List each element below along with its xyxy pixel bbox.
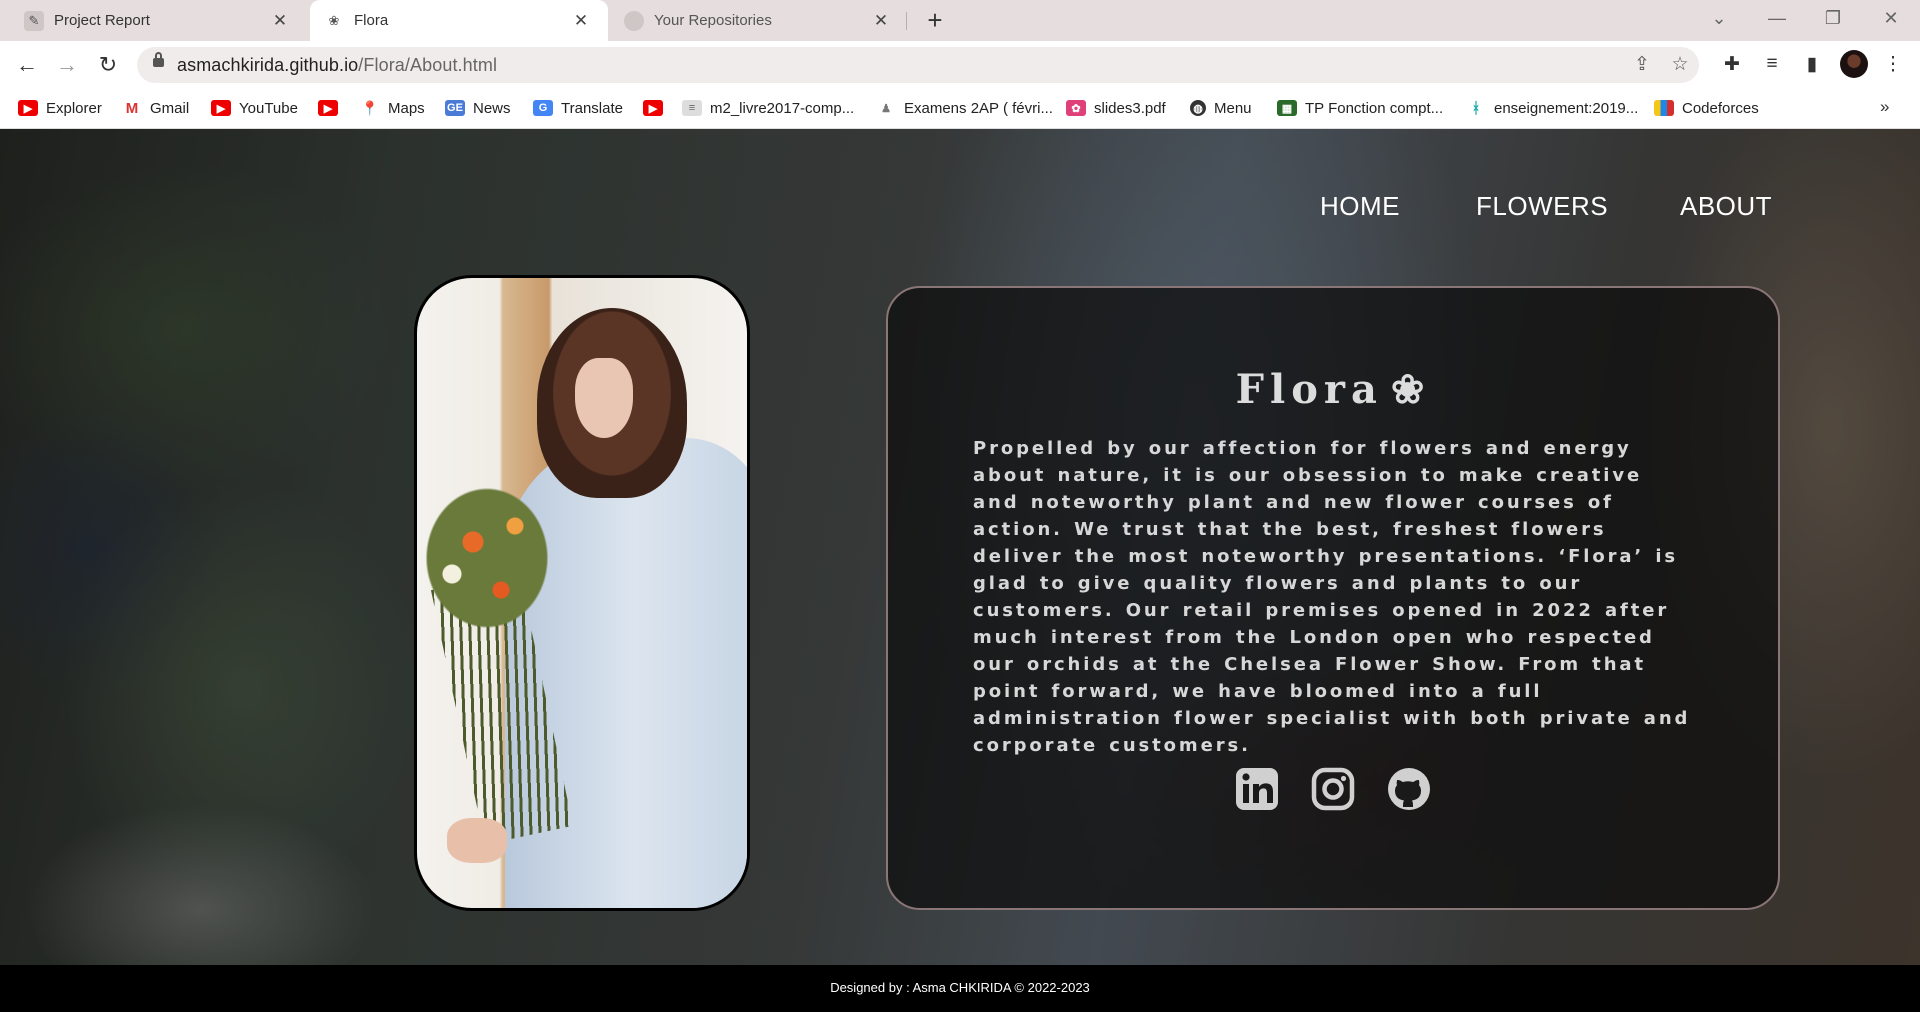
menu-kebab-icon[interactable]: ⋮ bbox=[1880, 53, 1906, 76]
bookmark-translate[interactable]: G Translate bbox=[533, 95, 623, 121]
tab-flora[interactable]: ❀ Flora ✕ bbox=[310, 0, 608, 41]
pdf-icon: ✿ bbox=[1066, 100, 1086, 116]
back-arrow-icon[interactable]: ← bbox=[13, 51, 41, 79]
youtube-icon: ▶ bbox=[18, 100, 38, 116]
bookmark-youtube-3[interactable]: ▶ bbox=[643, 95, 671, 121]
tab-strip: ✎ Project Report ✕ ❀ Flora ✕ Your Reposi… bbox=[0, 0, 1920, 41]
flower-icon: ❀ bbox=[1390, 366, 1431, 413]
bookmark-youtube[interactable]: ▶ YouTube bbox=[211, 95, 298, 121]
social-links bbox=[888, 765, 1778, 813]
bookmark-gmail[interactable]: M Gmail bbox=[122, 95, 189, 121]
bookmark-m2-livre[interactable]: ≡ m2_livre2017-comp... bbox=[682, 95, 854, 121]
about-title: Flora ❀ bbox=[1235, 366, 1431, 413]
close-tab-icon[interactable]: ✕ bbox=[271, 11, 289, 31]
tab-project-report[interactable]: ✎ Project Report ✕ bbox=[0, 0, 307, 41]
news-icon: GE bbox=[445, 100, 465, 116]
doc-icon: ♟ bbox=[876, 100, 896, 116]
youtube-icon: ▶ bbox=[318, 100, 338, 116]
bookmark-youtube-2[interactable]: ▶ bbox=[318, 95, 346, 121]
doc-icon: ▦ bbox=[1277, 100, 1297, 116]
profile-avatar[interactable] bbox=[1840, 50, 1868, 78]
gmail-icon: M bbox=[122, 100, 142, 117]
maps-pin-icon: 📍 bbox=[360, 99, 380, 116]
doc-icon: ᚼ bbox=[1466, 100, 1486, 117]
more-bookmarks-chevron-icon[interactable]: » bbox=[1880, 97, 1889, 117]
github-favicon-icon bbox=[624, 10, 644, 31]
about-card: Flora ❀ Propelled by our affection for fl… bbox=[886, 286, 1780, 910]
instagram-icon[interactable] bbox=[1309, 765, 1357, 813]
bookmarks-bar: ▶ Explorer M Gmail ▶ YouTube ▶ 📍 Maps GE News… bbox=[0, 89, 1920, 129]
window-close-icon[interactable]: ✕ bbox=[1876, 8, 1906, 29]
side-panel-icon[interactable]: ▮ bbox=[1799, 53, 1825, 76]
flower-favicon-icon: ❀ bbox=[328, 12, 340, 28]
close-tab-icon[interactable]: ✕ bbox=[872, 11, 890, 31]
address-bar[interactable]: asmachkirida.github.io/Flora/About.html … bbox=[137, 47, 1699, 83]
nav-flowers-link[interactable]: FLOWERS bbox=[1476, 191, 1608, 222]
bookmark-codeforces[interactable]: Codeforces bbox=[1654, 95, 1759, 121]
tab-separator bbox=[906, 12, 907, 30]
scroll-favicon-icon: ✎ bbox=[24, 10, 44, 31]
about-page: HOME FLOWERS ABOUT Flora ❀ Propelled by o… bbox=[0, 129, 1920, 965]
url-text[interactable]: asmachkirida.github.io/Flora/About.html bbox=[177, 55, 497, 76]
bookmark-news[interactable]: GE News bbox=[445, 95, 511, 121]
nav-home-link[interactable]: HOME bbox=[1320, 191, 1400, 222]
media-queue-icon[interactable]: ≡ bbox=[1759, 53, 1785, 75]
tab-search-chevron-icon[interactable]: ⌄ bbox=[1704, 8, 1734, 29]
youtube-icon: ▶ bbox=[211, 100, 231, 116]
bookmark-explorer[interactable]: ▶ Explorer bbox=[18, 95, 102, 121]
florist-photo bbox=[414, 275, 750, 911]
linkedin-icon[interactable] bbox=[1233, 765, 1281, 813]
restore-icon[interactable]: ❐ bbox=[1818, 8, 1848, 29]
bookmark-enseignement[interactable]: ᚼ enseignement:2019... bbox=[1466, 95, 1638, 121]
bookmark-examens[interactable]: ♟ Examens 2AP ( févri... bbox=[876, 95, 1053, 121]
nav-about-link[interactable]: ABOUT bbox=[1680, 191, 1772, 222]
footer: Designed by : Asma CHKIRIDA © 2022-2023 bbox=[0, 965, 1920, 1012]
reload-icon[interactable]: ↻ bbox=[94, 51, 122, 79]
bookmark-maps[interactable]: 📍 Maps bbox=[360, 95, 425, 121]
close-tab-icon[interactable]: ✕ bbox=[572, 11, 590, 31]
share-icon[interactable]: ⇪ bbox=[1629, 53, 1655, 76]
globe-icon: ◍ bbox=[1190, 100, 1206, 116]
codeforces-icon bbox=[1654, 100, 1674, 116]
bookmark-star-icon[interactable]: ☆ bbox=[1667, 53, 1693, 76]
doc-icon: ≡ bbox=[682, 100, 702, 116]
minimize-icon[interactable]: — bbox=[1762, 8, 1792, 29]
browser-toolbar: ← → ↻ asmachkirida.github.io/Flora/About… bbox=[0, 41, 1920, 89]
extensions-puzzle-icon[interactable]: ✚ bbox=[1719, 53, 1745, 76]
tab-title: Project Report bbox=[54, 12, 150, 29]
new-tab-plus-icon[interactable]: + bbox=[922, 6, 948, 34]
bookmark-tp-fonction[interactable]: ▦ TP Fonction compt... bbox=[1277, 95, 1443, 121]
tab-your-repositories[interactable]: Your Repositories ✕ bbox=[608, 0, 908, 41]
about-description: Propelled by our affection for flowers a… bbox=[973, 438, 1691, 756]
youtube-icon: ▶ bbox=[643, 100, 663, 116]
bookmark-menu[interactable]: ◍ Menu bbox=[1190, 95, 1252, 121]
bookmark-slides3[interactable]: ✿ slides3.pdf bbox=[1066, 95, 1166, 121]
footer-credit: Designed by : Asma CHKIRIDA © 2022-2023 bbox=[830, 980, 1090, 995]
github-icon[interactable] bbox=[1385, 765, 1433, 813]
tab-title: Your Repositories bbox=[654, 12, 772, 29]
tab-title: Flora bbox=[354, 12, 389, 29]
translate-icon: G bbox=[533, 100, 553, 116]
forward-arrow-icon[interactable]: → bbox=[53, 51, 81, 79]
lock-icon bbox=[153, 52, 164, 67]
